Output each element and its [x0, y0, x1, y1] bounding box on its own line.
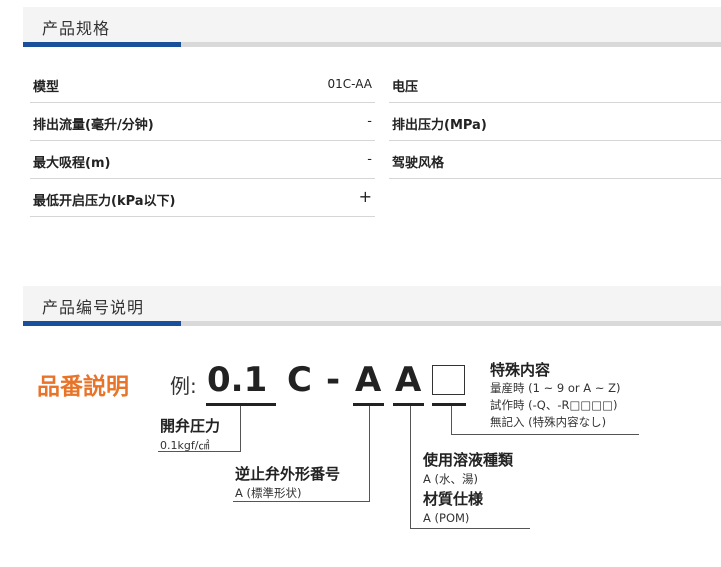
fluid-line: A (水、湯) — [423, 472, 478, 486]
fluid-title: 使用溶液種類 — [423, 451, 514, 469]
example-prefix: 例: — [170, 374, 197, 398]
leader-line — [410, 406, 411, 529]
special-line: 無記入 (特殊内容なし) — [490, 415, 607, 429]
spec-label: 最低开启压力(kPa以下) — [33, 194, 176, 209]
code-char-pressure: 0.1 — [207, 360, 268, 400]
leader-line — [410, 528, 530, 529]
code-section-title: 产品编号说明 — [42, 298, 145, 317]
code-underline — [206, 403, 276, 406]
spec-label: 排出压力(MPa) — [392, 118, 487, 133]
spec-row-drive-style: 驾驶风格 — [389, 140, 721, 179]
spec-label: 最大吸程(m) — [33, 156, 111, 171]
spec-row-flow: 排出流量(毫升/分钟) - — [30, 102, 375, 141]
spec-label: 驾驶风格 — [392, 156, 445, 171]
leader-line — [158, 451, 241, 452]
special-title: 特殊内容 — [490, 361, 551, 379]
valve-title: 逆止弁外形番号 — [235, 465, 341, 483]
spec-row-suction: 最大吸程(m) - — [30, 140, 375, 179]
spec-label: 排出流量(毫升/分钟) — [33, 118, 154, 133]
spec-label: 模型 — [33, 80, 60, 95]
code-underline — [393, 403, 424, 406]
code-char-dash: - — [326, 360, 341, 400]
spec-value: - — [367, 152, 372, 167]
leader-line — [240, 406, 241, 452]
leader-line — [233, 501, 370, 502]
leader-line — [451, 406, 452, 435]
spec-row-voltage: 电压 — [389, 64, 721, 103]
code-char-fluid: A — [355, 360, 382, 400]
special-line: 量産時 (1 ~ 9 or A ~ Z) — [490, 381, 621, 395]
pressure-title: 開弁圧力 — [160, 417, 221, 435]
spec-value: - — [367, 114, 372, 129]
material-title: 材質仕様 — [423, 490, 484, 508]
code-char-valve: C — [287, 360, 312, 400]
material-line: A (POM) — [423, 511, 470, 525]
leader-line — [451, 434, 639, 435]
code-underline — [432, 403, 466, 406]
part-number-diagram: 品番説明 例: 0.1 C - A A 特殊内容 量産時 (1 ~ 9 or A… — [0, 330, 721, 567]
spec-label: 电压 — [392, 80, 419, 95]
header-accent-bar — [23, 321, 181, 326]
spec-value: + — [358, 187, 372, 206]
spec-row-discharge-pressure: 排出压力(MPa) — [389, 102, 721, 141]
special-line: 試作時 (-Q、-R□□□□) — [490, 398, 618, 412]
leader-line — [369, 406, 370, 502]
header-accent-bar — [23, 42, 181, 47]
spec-value: 01C-AA — [327, 77, 372, 91]
code-char-material: A — [395, 360, 422, 400]
special-code-box — [432, 365, 465, 395]
spec-row-model: 模型 01C-AA — [30, 64, 375, 103]
valve-line: A (標準形状) — [235, 486, 302, 500]
code-section-header: 产品编号说明 — [23, 286, 721, 326]
specs-section-header: 产品规格 — [23, 7, 721, 47]
specs-section-title: 产品规格 — [42, 19, 111, 38]
part-number-heading: 品番説明 — [37, 374, 129, 400]
spec-row-min-pressure: 最低开启压力(kPa以下) + — [30, 178, 375, 217]
